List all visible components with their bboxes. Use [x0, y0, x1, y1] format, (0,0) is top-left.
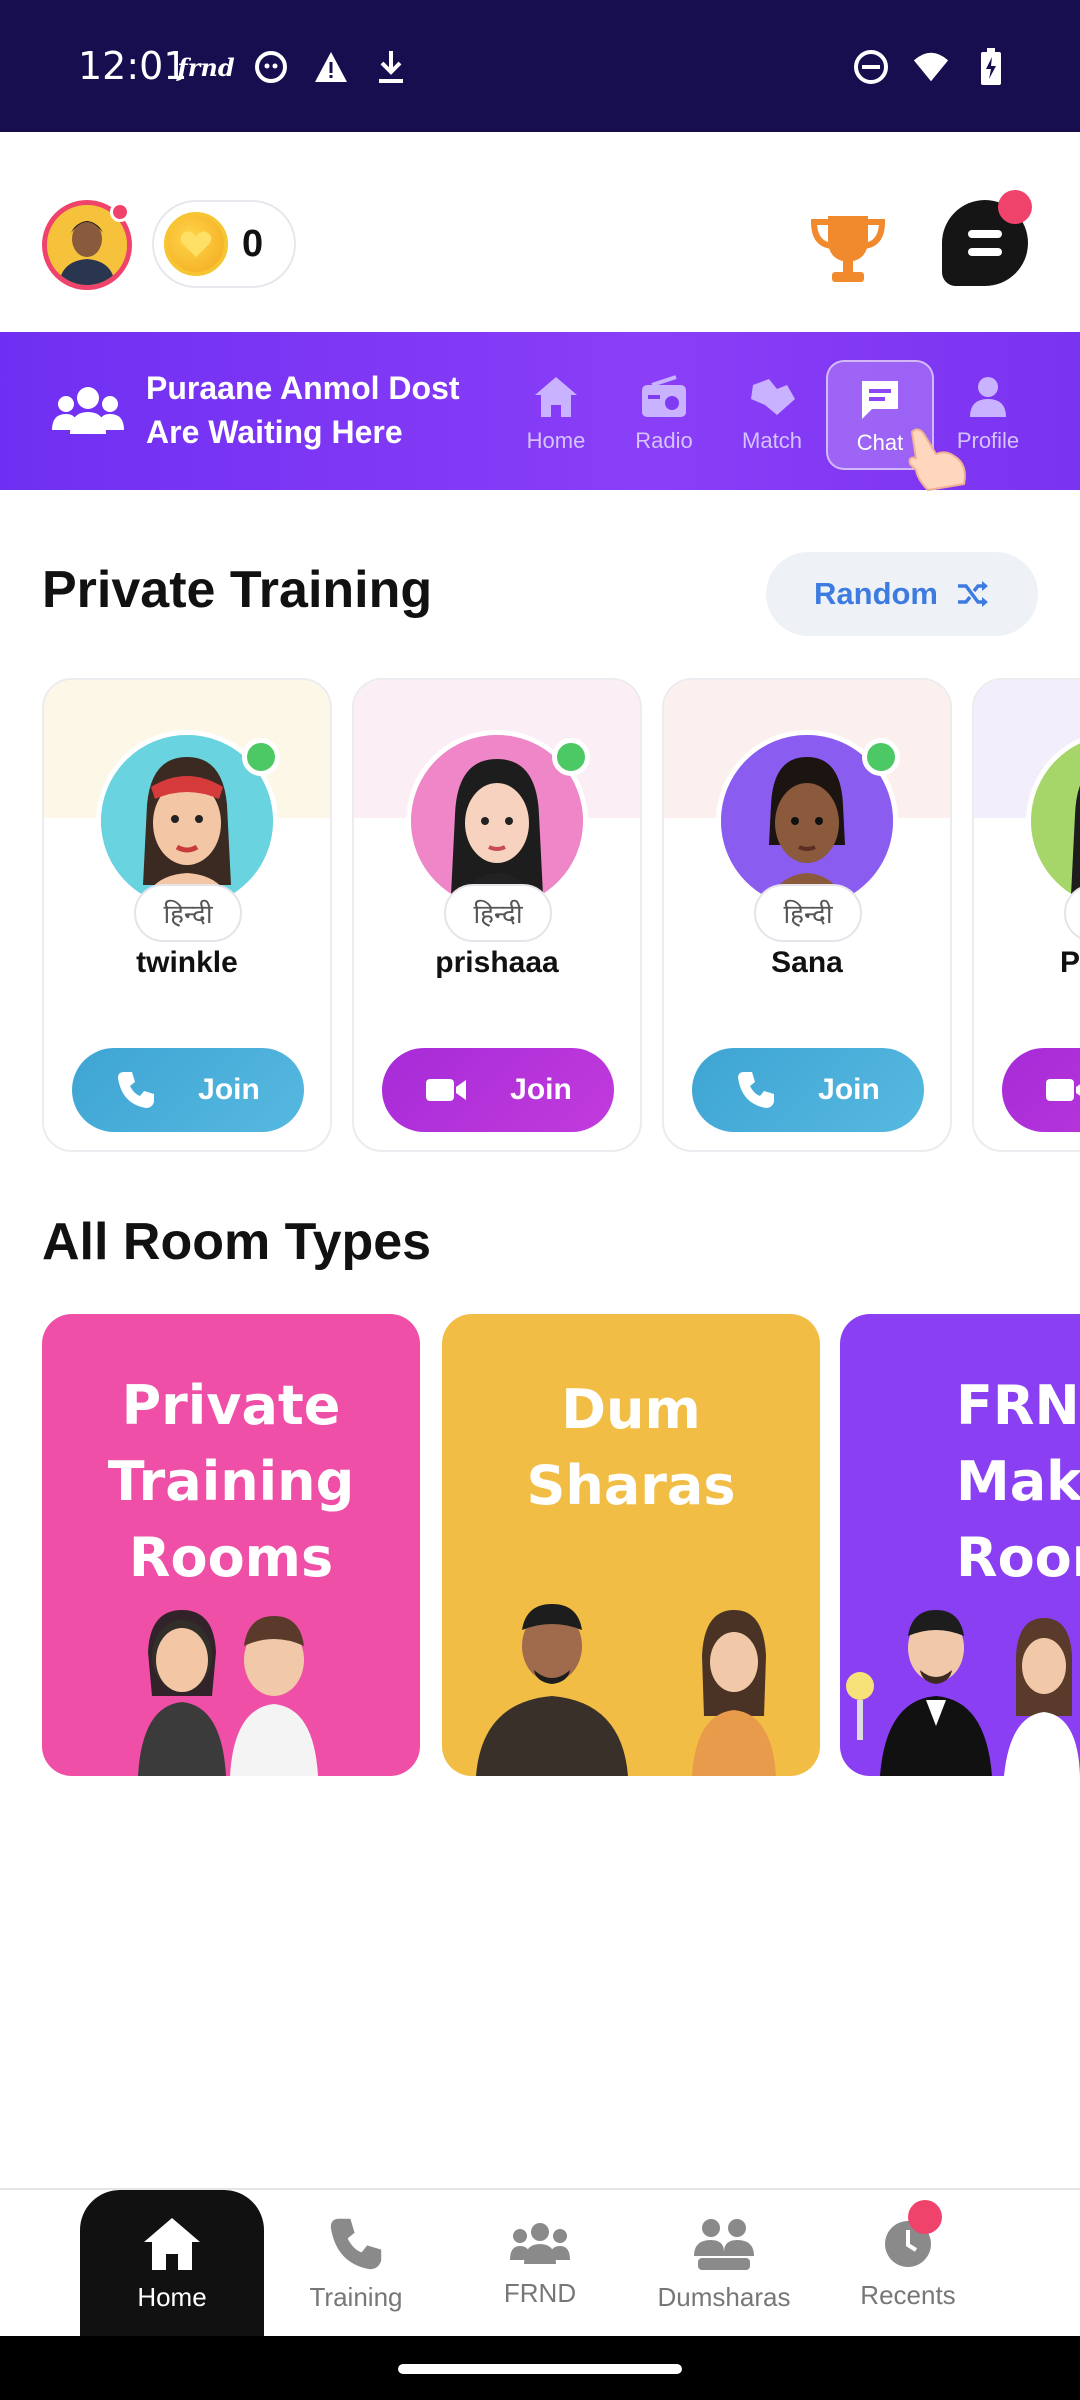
banner-nav-match: Match — [724, 372, 820, 454]
status-bar: 12:01 frnd — [0, 0, 1080, 132]
chat-icon — [828, 374, 932, 424]
shuffle-icon — [958, 581, 988, 607]
room-illustration — [476, 1604, 776, 1776]
profile-notification-dot — [110, 202, 130, 222]
radio-icon — [616, 372, 712, 422]
bottom-nav-training[interactable]: Training — [264, 2190, 448, 2338]
phone-icon — [118, 1072, 155, 1108]
status-time: 12:01 — [78, 44, 188, 88]
banner-nav-label: Match — [742, 428, 802, 453]
bottom-nav-label: Dumsharas — [657, 2281, 791, 2312]
match-icon — [724, 372, 820, 422]
join-video-call-button[interactable]: Join — [382, 1048, 614, 1132]
phone-icon — [330, 2218, 382, 2269]
recents-notification-dot — [908, 2200, 942, 2234]
trainer-name: P — [1060, 946, 1080, 979]
join-label: Join — [198, 1073, 260, 1106]
banner-nav-label: Home — [526, 428, 586, 453]
trainer-card[interactable]: हिन्दी prishaaa Join — [352, 678, 642, 1152]
join-label: Join — [510, 1073, 572, 1106]
home-icon — [508, 372, 604, 422]
phone-icon — [738, 1072, 775, 1108]
language-badge: हिन्दी — [134, 884, 242, 942]
bottom-nav-home[interactable]: Home — [80, 2190, 264, 2338]
random-label: Random — [814, 576, 938, 611]
download-icon — [372, 48, 410, 86]
online-indicator — [552, 738, 590, 776]
room-types-title: All Room Types — [42, 1213, 432, 1271]
dnd-icon — [852, 48, 890, 86]
random-button[interactable]: Random — [766, 552, 1038, 636]
bottom-nav-label: FRND — [503, 2277, 577, 2308]
room-title: FRND Makin Room — [956, 1374, 1080, 1589]
trainer-card[interactable]: हिन्दी twinkle Join — [42, 678, 332, 1152]
system-navigation-bar — [0, 2336, 1080, 2400]
banner-nav-radio: Radio — [616, 372, 712, 454]
battery-icon — [972, 48, 1010, 86]
coin-icon — [164, 212, 228, 276]
home-gesture-handle[interactable] — [398, 2364, 682, 2374]
trainer-cards-row: हिन्दी twinkle Join हिन्दी prishaaa Join — [42, 678, 1080, 1154]
join-voice-call-button[interactable]: Join — [72, 1048, 304, 1132]
room-title: Private Training Rooms — [107, 1374, 355, 1589]
wifi-icon — [912, 48, 950, 86]
room-illustration — [846, 1610, 1080, 1776]
trainer-card[interactable]: P — [972, 678, 1080, 1152]
coin-count: 0 — [242, 222, 264, 265]
coin-balance[interactable]: 0 — [152, 200, 296, 288]
room-illustration — [138, 1610, 318, 1776]
join-label: Join — [818, 1073, 880, 1106]
warning-icon — [312, 48, 350, 86]
banner-nav-label: Radio — [635, 428, 693, 453]
friends-icon — [510, 2222, 570, 2264]
bottom-nav-label: Home — [137, 2281, 207, 2312]
group-icon — [52, 384, 124, 441]
group-icon — [694, 2218, 754, 2270]
room-card-private-training[interactable]: Private Training Rooms — [42, 1314, 420, 1776]
frnd-notification-icon: frnd — [177, 52, 235, 82]
language-badge: हिन्दी — [444, 884, 552, 942]
video-camera-icon — [426, 1079, 467, 1101]
trainer-card[interactable]: हिन्दी Sana Join — [662, 678, 952, 1152]
chat-notification-dot — [998, 190, 1032, 224]
online-indicator — [862, 738, 900, 776]
trophy-icon[interactable] — [806, 210, 890, 290]
trainer-name: prishaaa — [435, 946, 559, 979]
bottom-nav-label: Recents — [860, 2279, 956, 2310]
bottom-nav-label: Training — [309, 2281, 403, 2312]
banner-text: Puraane Anmol Dost Are Waiting Here — [146, 366, 460, 454]
room-card-frnd-making[interactable]: FRND Makin Room — [840, 1314, 1080, 1776]
room-types-row: Private Training Rooms Dum Sharas FRN Ma… — [42, 1314, 1080, 1778]
room-card-dum-sharas[interactable]: Dum Sharas — [442, 1314, 820, 1776]
join-video-call-button[interactable] — [1002, 1048, 1080, 1132]
trainer-name: twinkle — [136, 946, 238, 979]
join-voice-call-button[interactable]: Join — [692, 1048, 924, 1132]
banner-line-1: Puraane Anmol Dost — [146, 370, 460, 406]
private-training-title: Private Training — [42, 561, 433, 619]
pointing-hand-icon — [898, 424, 974, 494]
trainer-name: Sana — [771, 946, 843, 979]
banner-line-2: Are Waiting Here — [146, 414, 403, 450]
bottom-nav-frnd[interactable]: FRND — [448, 2190, 632, 2338]
home-icon — [144, 2217, 200, 2270]
profile-icon — [940, 372, 1036, 422]
language-badge: हिन्दी — [754, 884, 862, 942]
room-title: Dum Sharas — [526, 1378, 736, 1517]
online-indicator — [242, 738, 280, 776]
app-notification-icon — [252, 48, 290, 86]
bottom-nav-dumsharas[interactable]: Dumsharas — [632, 2190, 816, 2338]
banner-nav-home: Home — [508, 372, 604, 454]
video-camera-icon — [1046, 1079, 1080, 1101]
top-header: 0 — [0, 132, 1080, 332]
